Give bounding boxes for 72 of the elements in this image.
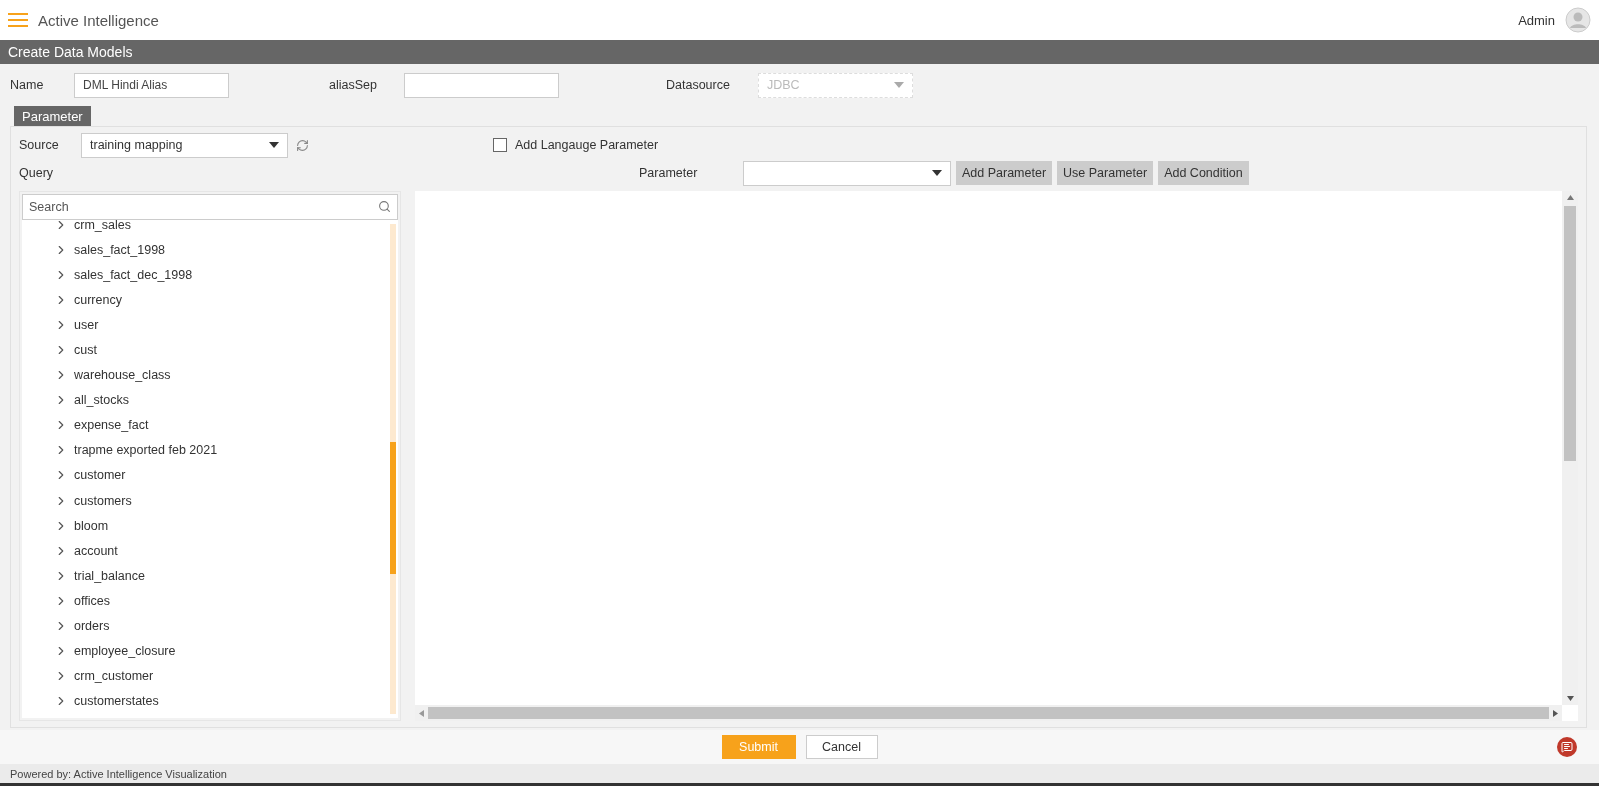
tree-item[interactable]: bloom: [54, 513, 388, 539]
tree-item[interactable]: expense_fact: [54, 412, 388, 438]
alias-field[interactable]: [404, 72, 559, 98]
tree-item[interactable]: cust: [54, 337, 388, 363]
tree-item[interactable]: customer: [54, 462, 388, 489]
right-arrow-icon[interactable]: [1553, 709, 1558, 717]
tree-item-label: cust: [74, 343, 97, 357]
tree-item-label: warehouse_class: [74, 368, 171, 383]
tree-item-label: customer: [74, 468, 126, 483]
tree-item-label: account: [74, 543, 118, 558]
tree-item-label: sales_fact_1998: [74, 242, 166, 257]
parameter-button[interactable]: Add Parameter: [956, 161, 1053, 185]
tree-item-label: crm_sales: [74, 220, 131, 232]
tree-item-label: customers: [74, 493, 132, 508]
parameter-button[interactable]: Add Condition: [1158, 161, 1249, 185]
caret-icon: [269, 142, 279, 148]
tree-item[interactable]: customerstates: [54, 688, 388, 714]
parameter-button[interactable]: Use Parameter: [1057, 161, 1154, 185]
tree-item-label: sales_fact_dec_1998: [74, 267, 193, 282]
tree-item-label: expense_fact: [74, 418, 149, 433]
tree-item-label: crm_customer: [74, 669, 154, 684]
search-icon: [378, 200, 391, 213]
name-label: Name: [10, 78, 45, 92]
tree-item-label: trial_balance: [74, 568, 145, 583]
tree-item-label: offices: [74, 593, 110, 608]
scrollbar[interactable]: [390, 224, 396, 714]
tree-item[interactable]: customers: [54, 488, 388, 514]
app-title: Active Intelligence: [38, 11, 159, 29]
tree-item-label: all_stocks: [74, 393, 129, 408]
query-label: Query: [19, 166, 55, 180]
footer-text: Powered by: Active Intelligence Visualization: [0, 764, 1599, 786]
horizontal-scrollbar[interactable]: [415, 705, 1562, 721]
caret-icon: [932, 170, 942, 176]
tree-item[interactable]: orders: [54, 613, 388, 639]
tree-item-label: trapme exported feb 2021: [74, 443, 218, 458]
tree-item[interactable]: crm_sales: [54, 220, 388, 238]
name-field[interactable]: DML Hindi Alias: [74, 72, 229, 98]
tree-item-label: employee_closure: [74, 644, 176, 659]
tree-item[interactable]: trapme exported feb 2021: [54, 437, 388, 463]
alias-label: aliasSep: [329, 78, 378, 92]
caret-icon: [894, 82, 904, 88]
tree-item[interactable]: trial_balance: [54, 563, 388, 589]
tree-item-label: customerstates: [74, 694, 159, 709]
chat-icon[interactable]: [1557, 737, 1577, 757]
checkbox-label: Add Langauge Parameter: [515, 138, 659, 152]
up-arrow-icon[interactable]: [1566, 195, 1574, 200]
tree-item[interactable]: sales_fact_1998: [54, 237, 388, 263]
tree-item-label: bloom: [74, 518, 109, 533]
search-field[interactable]: Search: [22, 194, 398, 220]
page-title: Create Data Models: [0, 40, 1599, 64]
source-label: Source: [19, 138, 60, 152]
tree-item[interactable]: account: [54, 538, 388, 564]
tree-item[interactable]: currency: [54, 287, 388, 313]
cancel-button[interactable]: Cancel: [805, 735, 878, 759]
tree-item[interactable]: offices: [54, 588, 388, 614]
tree-item[interactable]: employee_closure: [54, 638, 388, 664]
datasource-label: Datasource: [666, 78, 731, 92]
user-name[interactable]: Admin: [1518, 12, 1555, 28]
tree-item[interactable]: user: [54, 312, 388, 338]
parameter-tab[interactable]: Parameter: [14, 106, 91, 126]
tree-item[interactable]: warehouse_class: [54, 362, 388, 388]
tree-item[interactable]: all_stocks: [54, 387, 388, 413]
down-arrow-icon[interactable]: [1566, 696, 1574, 701]
refresh-icon[interactable]: [296, 138, 309, 152]
source-select[interactable]: training mapping: [81, 132, 288, 158]
checkbox[interactable]: [493, 138, 507, 152]
tree-item-label: orders: [74, 619, 110, 634]
tree-item[interactable]: sales_fact_dec_1998: [54, 262, 388, 288]
tree-item-label: user: [74, 317, 99, 332]
tree-item-label: currency: [74, 292, 122, 307]
tree-item[interactable]: crm_customer: [54, 663, 388, 689]
parameter-label: Parameter: [639, 166, 699, 180]
